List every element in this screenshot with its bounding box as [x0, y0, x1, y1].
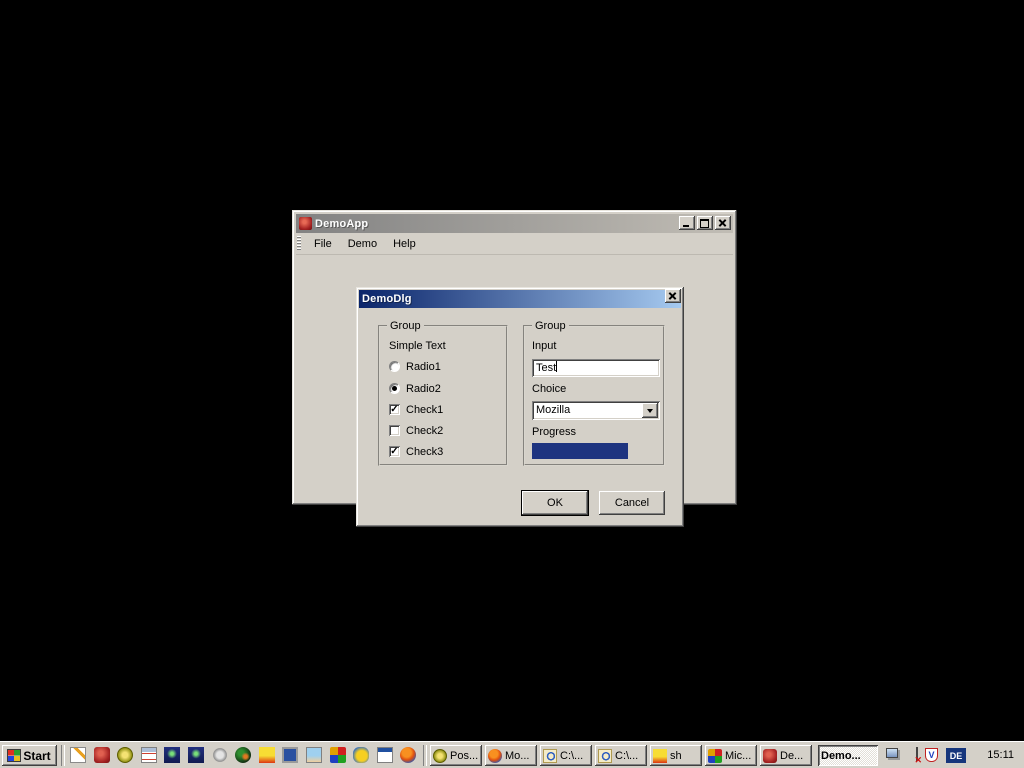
radio2-radio-icon[interactable]	[389, 383, 400, 394]
progress-bar-fill	[532, 443, 628, 459]
terminal-icon[interactable]	[282, 747, 298, 763]
notes-icon[interactable]	[70, 747, 86, 763]
taskbar-button-search1[interactable]: C:\...	[540, 745, 592, 766]
right-group-box: Group Input Test Choice Mozilla Progress	[523, 325, 665, 466]
taskbar-button-demo-active[interactable]: Demo...	[818, 745, 878, 766]
person-icon[interactable]	[259, 747, 275, 763]
network-disconnected-icon[interactable]	[916, 747, 918, 761]
image-viewer-icon[interactable]	[306, 747, 322, 763]
input-label: Input	[532, 340, 556, 352]
progress-bar	[532, 443, 628, 459]
check3-label: Check3	[406, 446, 443, 458]
left-group-box: Group Simple Text Radio1 Radio2 ✓ Check1…	[378, 325, 508, 466]
check2-option[interactable]: Check2	[389, 424, 443, 437]
search-folder-icon	[543, 749, 557, 763]
demodlg-titlebar[interactable]: DemoDlg	[359, 290, 681, 308]
text-caret	[556, 361, 557, 372]
check3-checkbox-icon[interactable]: ✓	[389, 446, 400, 457]
demodlg-title: DemoDlg	[362, 293, 412, 305]
cancel-button[interactable]: Cancel	[599, 491, 665, 515]
windows-flag-icon	[8, 750, 20, 761]
taskbar-separator	[423, 745, 427, 766]
taskbar-button-search2[interactable]: C:\...	[595, 745, 647, 766]
spreadsheet-icon[interactable]	[377, 747, 393, 763]
task-window-icon[interactable]	[141, 747, 157, 763]
taskbar-button-pos[interactable]: Pos...	[430, 745, 482, 766]
check1-checkbox-icon[interactable]: ✓	[389, 404, 400, 415]
dark-globe-icon[interactable]	[235, 747, 251, 763]
ok-button[interactable]: OK	[522, 491, 588, 515]
radio1-label: Radio1	[406, 361, 441, 373]
demoapp-titlebar[interactable]: DemoApp	[296, 214, 733, 233]
antivirus-shield-icon[interactable]	[925, 748, 938, 762]
menubar: File Demo Help	[296, 233, 733, 255]
left-group-label: Group	[387, 319, 424, 333]
right-group-label: Group	[532, 319, 569, 333]
remote-desktop-icon-2[interactable]	[188, 747, 204, 763]
tray-clock[interactable]: 15:11	[987, 749, 1014, 761]
input-value: Test	[536, 362, 556, 374]
menu-help[interactable]: Help	[385, 236, 424, 252]
fish-icon[interactable]	[353, 747, 369, 763]
person-icon	[653, 749, 667, 763]
scheduler-clock-icon[interactable]	[117, 747, 133, 763]
dialog-close-button[interactable]	[665, 289, 681, 303]
start-label: Start	[23, 749, 50, 763]
menu-file[interactable]: File	[306, 236, 340, 252]
radio2-option[interactable]: Radio2	[389, 382, 441, 395]
clock-icon	[433, 749, 447, 763]
mozilla-dragon-icon[interactable]	[94, 747, 110, 763]
radio1-option[interactable]: Radio1	[389, 360, 441, 373]
start-button[interactable]: Start	[2, 745, 57, 766]
input-field[interactable]: Test	[532, 359, 660, 377]
chevron-down-icon	[647, 409, 653, 416]
check1-option[interactable]: ✓ Check1	[389, 403, 443, 416]
firefox-icon[interactable]	[400, 747, 416, 763]
demodlg-dialog: DemoDlg Group Simple Text Radio1 Radio2 …	[356, 287, 684, 527]
maximize-button[interactable]	[697, 216, 713, 230]
colored-diamond-icon	[708, 749, 722, 763]
check3-option[interactable]: ✓ Check3	[389, 445, 443, 458]
choice-combobox[interactable]: Mozilla	[532, 401, 660, 420]
choice-label: Choice	[532, 383, 566, 395]
taskbar: Start Pos... Mo... C:\...	[0, 741, 1024, 768]
maximize-icon	[700, 219, 709, 228]
check2-label: Check2	[406, 425, 443, 437]
network-icon[interactable]	[886, 748, 898, 758]
keyboard-language-badge[interactable]: DE	[946, 748, 966, 763]
desktop: DemoApp File Demo Help DemoDlg Group Sim…	[0, 0, 1024, 768]
choice-value: Mozilla	[536, 404, 570, 416]
taskbar-button-de[interactable]: De...	[760, 745, 812, 766]
check1-label: Check1	[406, 404, 443, 416]
search-folder-icon	[598, 749, 612, 763]
demoapp-dragon-icon	[299, 217, 312, 230]
pinwheel-icon[interactable]	[330, 747, 346, 763]
radio1-radio-icon[interactable]	[389, 361, 400, 372]
dragon-icon	[763, 749, 777, 763]
menubar-grip[interactable]	[297, 236, 301, 251]
firefox-icon	[488, 749, 502, 763]
minimize-button[interactable]	[679, 216, 695, 230]
taskbar-button-mic[interactable]: Mic...	[705, 745, 757, 766]
taskbar-separator	[61, 745, 65, 766]
taskbar-button-sh[interactable]: sh	[650, 745, 702, 766]
minimize-icon	[683, 225, 689, 227]
remote-desktop-icon[interactable]	[164, 747, 180, 763]
menu-demo[interactable]: Demo	[340, 236, 385, 252]
progress-label: Progress	[532, 426, 576, 438]
demoapp-title: DemoApp	[315, 218, 368, 230]
silver-ring-icon[interactable]	[212, 747, 228, 763]
check2-checkbox-icon[interactable]	[389, 425, 400, 436]
close-button[interactable]	[715, 216, 731, 230]
radio2-label: Radio2	[406, 383, 441, 395]
combobox-dropdown-button[interactable]	[642, 403, 658, 418]
simple-text-label: Simple Text	[389, 340, 446, 352]
taskbar-button-mozilla[interactable]: Mo...	[485, 745, 537, 766]
